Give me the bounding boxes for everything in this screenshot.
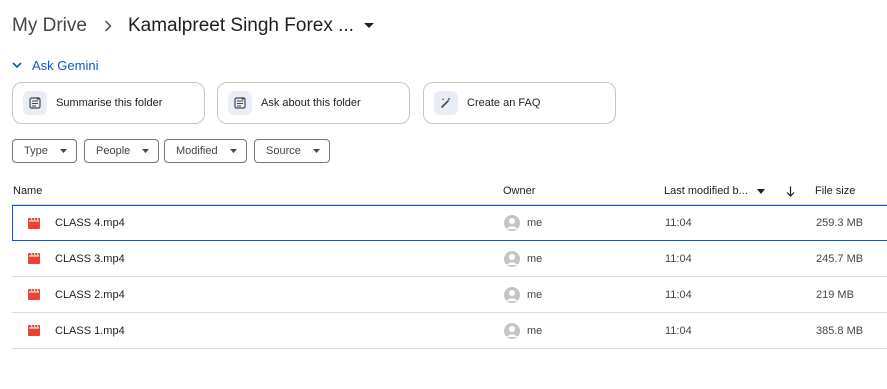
caret-down-icon (756, 188, 765, 194)
column-header-owner[interactable]: Owner (503, 184, 535, 198)
arrow-down-icon (786, 186, 795, 197)
table-row[interactable]: CLASS 1.mp4 me 11:04 385.8 MB (12, 313, 887, 349)
file-name: CLASS 4.mp4 (55, 217, 125, 229)
owner-name: me (527, 217, 543, 229)
ask-icon (228, 91, 252, 115)
source-filter-chip[interactable]: Source (254, 139, 330, 163)
modified-filter-chip[interactable]: Modified (164, 139, 247, 163)
summarise-folder-label: Summarise this folder (56, 97, 163, 109)
folder-title: Kamalpreet Singh Forex ... (127, 15, 354, 36)
file-size: 259.3 MB (816, 217, 864, 229)
last-modified-label: Last modified b... (664, 185, 748, 197)
owner-cell: me (504, 313, 542, 348)
column-header-file-size[interactable]: File size (815, 184, 855, 198)
caret-down-icon (312, 149, 320, 153)
modified-time: 11:04 (665, 252, 692, 265)
table-row[interactable]: CLASS 4.mp4 me 11:04 259.3 MB (12, 205, 887, 241)
video-file-icon (28, 277, 40, 312)
drive-folder-view: My Drive Kamalpreet Singh Forex ... Ask … (0, 0, 887, 389)
ask-gemini-label: Ask Gemini (32, 57, 99, 73)
file-size: 219 MB (816, 288, 854, 301)
magic-pen-icon (434, 91, 458, 115)
caret-down-icon (59, 149, 67, 153)
chevron-right-icon (104, 20, 112, 32)
modified-time: 11:04 (665, 288, 692, 301)
ask-gemini-toggle[interactable]: Ask Gemini (12, 56, 98, 74)
video-file-icon (28, 313, 40, 348)
table-row[interactable]: CLASS 3.mp4 me 11:04 245.7 MB (12, 241, 887, 277)
breadcrumb-my-drive[interactable]: My Drive (12, 15, 87, 37)
avatar (504, 322, 520, 339)
summarize-icon (23, 91, 47, 115)
caret-down-icon (363, 23, 374, 29)
modified-time: 11:04 (665, 324, 692, 337)
owner-cell: me (504, 277, 542, 312)
caret-down-icon (229, 149, 237, 153)
owner-cell: me (504, 241, 542, 276)
ask-about-folder-label: Ask about this folder (261, 97, 361, 109)
sort-direction-button[interactable] (786, 184, 795, 198)
file-name: CLASS 3.mp4 (55, 252, 125, 265)
avatar (504, 286, 520, 303)
file-name: CLASS 1.mp4 (55, 324, 125, 337)
type-filter-chip[interactable]: Type (12, 139, 77, 163)
column-header-last-modified[interactable]: Last modified b... (664, 184, 765, 198)
video-file-icon (28, 241, 40, 276)
owner-name: me (527, 252, 543, 265)
source-filter-label: Source (266, 145, 301, 157)
create-faq-label: Create an FAQ (467, 97, 541, 109)
ask-about-folder-button[interactable]: Ask about this folder (217, 82, 410, 124)
type-filter-label: Type (24, 145, 48, 157)
avatar (504, 215, 520, 231)
file-size: 245.7 MB (816, 252, 864, 265)
video-file-icon (28, 206, 40, 240)
table-row[interactable]: CLASS 2.mp4 me 11:04 219 MB (12, 277, 887, 313)
avatar (504, 250, 520, 267)
people-filter-chip[interactable]: People (84, 139, 160, 163)
breadcrumb: My Drive Kamalpreet Singh Forex ... (12, 12, 374, 40)
file-name: CLASS 2.mp4 (55, 288, 125, 301)
owner-name: me (527, 288, 543, 301)
modified-filter-label: Modified (176, 145, 218, 157)
breadcrumb-current-folder[interactable]: Kamalpreet Singh Forex ... (128, 15, 374, 37)
create-faq-button[interactable]: Create an FAQ (423, 82, 616, 124)
column-header-name[interactable]: Name (13, 184, 42, 198)
owner-cell: me (504, 206, 542, 240)
owner-name: me (527, 324, 543, 337)
file-size: 385.8 MB (816, 324, 864, 337)
chevron-down-icon (12, 61, 22, 69)
people-filter-label: People (96, 145, 131, 157)
modified-time: 11:04 (665, 217, 692, 229)
caret-down-icon (142, 149, 150, 153)
summarise-folder-button[interactable]: Summarise this folder (12, 82, 205, 124)
